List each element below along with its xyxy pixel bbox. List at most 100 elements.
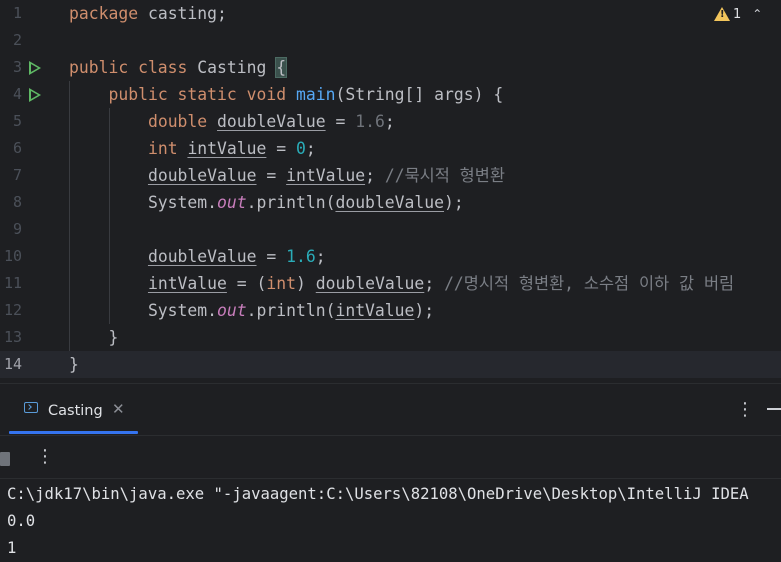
code-text: intValue = (int) doubleValue; //명시적 형변환,… xyxy=(69,270,734,297)
code-line[interactable]: 10 doubleValue = 1.6; xyxy=(0,243,781,270)
code-token: ) xyxy=(296,274,316,293)
console-line: 0.0 xyxy=(7,512,36,530)
code-token: 1.6 xyxy=(355,112,385,131)
line-number: 5 xyxy=(12,112,22,130)
code-token: 1.6 xyxy=(286,247,316,266)
code-text: public class Casting { xyxy=(69,54,288,81)
chevron-up-icon[interactable]: ⌃ xyxy=(752,7,762,21)
code-token: intValue xyxy=(187,139,267,158)
code-token: ); xyxy=(414,301,435,320)
code-line[interactable]: 8 System.out.println(doubleValue); xyxy=(0,189,781,216)
code-text: System.out.println(doubleValue); xyxy=(69,189,464,216)
inspection-widget[interactable]: ! 1 ⌃ xyxy=(714,4,762,24)
line-number: 1 xyxy=(12,4,22,22)
code-line[interactable]: 6 int intValue = 0; xyxy=(0,135,781,162)
code-token: doubleValue xyxy=(315,274,425,293)
code-token: } xyxy=(69,328,119,347)
code-token: = ( xyxy=(226,274,267,293)
code-token: = xyxy=(325,112,356,131)
tool-window-tab-bar: Casting ✕ ⋮ xyxy=(0,384,781,436)
code-line[interactable]: 11 intValue = (int) doubleValue; //명시적 형… xyxy=(0,270,781,297)
code-line[interactable]: 12 System.out.println(intValue); xyxy=(0,297,781,324)
run-gutter-icon[interactable] xyxy=(29,61,41,75)
line-number: 12 xyxy=(3,301,22,319)
code-text: int intValue = 0; xyxy=(69,135,316,162)
console-line: C:\jdk17\bin\java.exe "-javaagent:C:\Use… xyxy=(7,485,749,503)
code-token: doubleValue xyxy=(335,193,445,212)
more-actions-icon[interactable]: ⋮ xyxy=(36,446,54,467)
code-token: = xyxy=(266,139,296,158)
line-number: 3 xyxy=(12,58,22,76)
code-line[interactable]: 7 doubleValue = intValue; //묵시적 형변환 xyxy=(0,162,781,189)
code-token: 0 xyxy=(296,139,306,158)
code-token: } xyxy=(69,355,79,374)
code-token: ; xyxy=(315,247,326,266)
code-token: int xyxy=(147,139,188,158)
close-icon[interactable]: ✕ xyxy=(112,400,125,418)
code-text: } xyxy=(69,324,118,351)
code-text: public static void main(String[] args) { xyxy=(69,81,503,108)
code-token: int xyxy=(266,274,296,293)
code-token: { xyxy=(275,57,288,78)
code-line[interactable]: 4 public static void main(String[] args)… xyxy=(0,81,781,108)
code-token: package xyxy=(69,4,148,23)
line-number: 6 xyxy=(12,139,22,157)
code-line[interactable]: 3 public class Casting { xyxy=(0,54,781,81)
code-token: //묵시적 형변환 xyxy=(384,166,505,185)
console-output[interactable]: C:\jdk17\bin\java.exe "-javaagent:C:\Use… xyxy=(7,481,749,562)
code-token: doubleValue xyxy=(147,166,257,185)
code-line[interactable]: 1 package casting; xyxy=(0,0,781,27)
code-token: doubleValue xyxy=(217,112,326,131)
line-number: 14 xyxy=(3,355,22,373)
code-token: ); xyxy=(444,193,464,212)
line-number: 9 xyxy=(12,220,22,238)
code-text: package casting; xyxy=(69,0,227,27)
code-token: intValue xyxy=(335,301,415,320)
code-token: Casting xyxy=(197,58,277,77)
line-number: 10 xyxy=(3,247,22,265)
code-token: = xyxy=(256,247,287,266)
line-number: 7 xyxy=(12,166,22,184)
run-gutter-icon[interactable] xyxy=(29,88,41,102)
code-token: casting; xyxy=(147,4,227,23)
console-line: 1 xyxy=(7,539,17,557)
code-line[interactable]: 9 xyxy=(0,216,781,243)
code-token: double xyxy=(147,112,218,131)
code-editor[interactable]: 1 package casting; 2 3 public class Casting … xyxy=(0,0,781,383)
code-line[interactable]: 2 xyxy=(0,27,781,54)
run-tool-window: Casting ✕ ⋮ ⋮ C:\jdk17\bin\java.exe "-ja… xyxy=(0,384,781,557)
code-token: (String[] args) { xyxy=(335,85,504,104)
console-toolbar: ⋮ xyxy=(0,436,781,479)
code-token: .println( xyxy=(246,301,336,320)
code-line[interactable]: 14} xyxy=(0,351,781,378)
tab-label: Casting xyxy=(48,403,103,419)
line-number: 2 xyxy=(12,31,22,49)
code-text: doubleValue = 1.6; xyxy=(69,243,326,270)
code-token: main xyxy=(295,85,336,104)
code-token: .println( xyxy=(246,193,336,212)
line-number: 8 xyxy=(12,193,22,211)
code-token: doubleValue xyxy=(147,247,257,266)
code-line[interactable]: 5 double doubleValue = 1.6; xyxy=(0,108,781,135)
code-token: = xyxy=(256,166,287,185)
code-token: //명시적 형변환, 소수점 이하 값 버림 xyxy=(444,274,735,293)
more-options-icon[interactable]: ⋮ xyxy=(736,399,754,420)
indent-guide xyxy=(109,108,110,324)
warning-count: 1 xyxy=(733,6,742,22)
active-tab-indicator xyxy=(9,431,138,434)
code-token: System. xyxy=(69,301,218,320)
code-token: public static void xyxy=(108,85,296,104)
code-token: public class xyxy=(69,58,198,77)
code-token: ; xyxy=(424,274,445,293)
code-line[interactable]: 13 } xyxy=(0,324,781,351)
stop-icon[interactable] xyxy=(0,452,10,466)
warning-icon: ! xyxy=(714,7,730,21)
code-text: doubleValue = intValue; //묵시적 형변환 xyxy=(69,162,505,189)
tab-casting[interactable]: Casting ✕ xyxy=(9,396,138,434)
code-text: System.out.println(intValue); xyxy=(69,297,434,324)
code-token: out xyxy=(217,193,247,212)
code-token: ; xyxy=(384,112,395,131)
code-text: double doubleValue = 1.6; xyxy=(69,108,395,135)
minimize-icon[interactable] xyxy=(767,408,781,410)
